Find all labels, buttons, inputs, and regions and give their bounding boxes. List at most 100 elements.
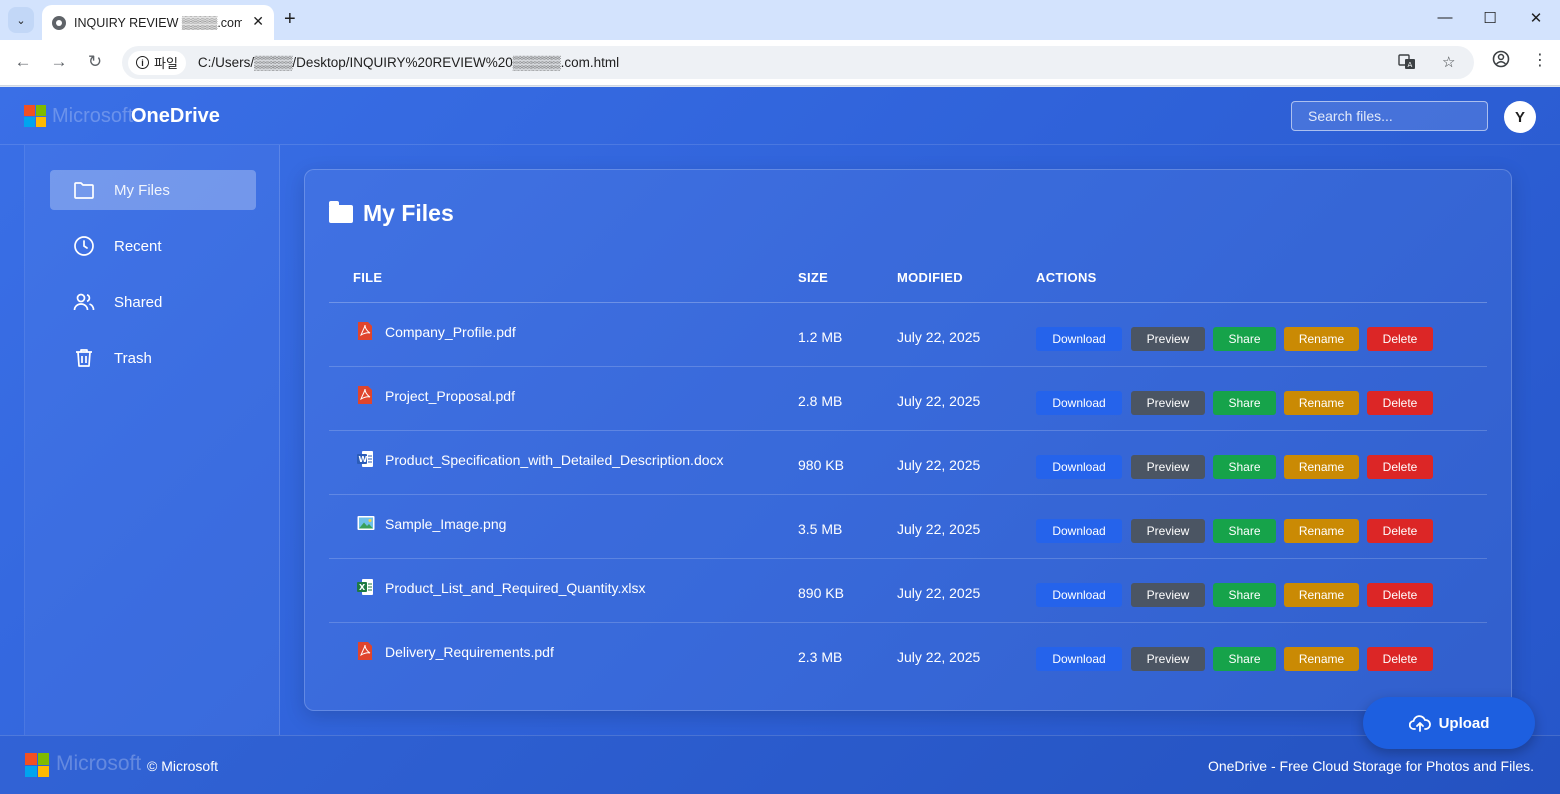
delete-button[interactable]: Delete xyxy=(1367,583,1433,607)
svg-text:A: A xyxy=(1408,61,1413,69)
file-modified: July 22, 2025 xyxy=(897,585,981,601)
table-row: Delivery_Requirements.pdf 2.3 MB July 22… xyxy=(329,623,1487,687)
file-size: 980 KB xyxy=(798,457,844,473)
bookmark-star-icon[interactable]: ☆ xyxy=(1442,53,1455,71)
brand-onedrive[interactable]: OneDrive xyxy=(131,105,220,128)
share-button[interactable]: Share xyxy=(1213,583,1276,607)
microsoft-logo-icon xyxy=(24,105,46,127)
rename-button[interactable]: Rename xyxy=(1284,327,1359,351)
delete-button[interactable]: Delete xyxy=(1367,455,1433,479)
delete-button[interactable]: Delete xyxy=(1367,519,1433,543)
file-size: 2.8 MB xyxy=(798,393,843,409)
rename-button[interactable]: Rename xyxy=(1284,391,1359,415)
download-button[interactable]: Download xyxy=(1036,519,1122,543)
preview-button[interactable]: Preview xyxy=(1131,391,1205,415)
pdf-file-icon xyxy=(358,642,372,660)
rename-button[interactable]: Rename xyxy=(1284,519,1359,543)
back-button[interactable]: ← xyxy=(13,52,33,72)
file-name[interactable]: Product_List_and_Required_Quantity.xlsx xyxy=(385,580,645,596)
minimize-button[interactable]: — xyxy=(1435,9,1455,26)
translate-icon[interactable]: A xyxy=(1398,53,1416,75)
file-name[interactable]: Project_Proposal.pdf xyxy=(385,388,515,404)
column-header-size[interactable]: SIZE xyxy=(798,270,828,285)
url-text[interactable]: C:/Users/▒▒▒▒/Desktop/INQUIRY%20REVIEW%2… xyxy=(198,55,619,70)
download-button[interactable]: Download xyxy=(1036,327,1122,351)
pdf-file-icon xyxy=(358,386,372,404)
microsoft-logo-icon xyxy=(25,753,49,777)
sidebar-item-shared[interactable]: Shared xyxy=(50,282,256,322)
address-toolbar: ← → ↻ i 파일 C:/Users/▒▒▒▒/Desktop/INQUIRY… xyxy=(0,40,1560,86)
rename-button[interactable]: Rename xyxy=(1284,455,1359,479)
site-info-chip[interactable]: i 파일 xyxy=(128,50,186,75)
forward-button[interactable]: → xyxy=(49,52,69,72)
column-header-modified[interactable]: MODIFIED xyxy=(897,270,963,285)
upload-button[interactable]: Upload xyxy=(1363,697,1535,749)
new-tab-button[interactable]: + xyxy=(284,8,296,30)
sidebar-item-label: Shared xyxy=(114,293,163,311)
share-button[interactable]: Share xyxy=(1213,391,1276,415)
delete-button[interactable]: Delete xyxy=(1367,647,1433,671)
tab-search-chevron-icon[interactable]: ⌄ xyxy=(8,7,34,33)
preview-button[interactable]: Preview xyxy=(1131,519,1205,543)
file-size: 3.5 MB xyxy=(798,521,843,537)
reload-button[interactable]: ↻ xyxy=(85,52,105,72)
profile-icon[interactable] xyxy=(1492,50,1510,73)
image-file-icon xyxy=(357,516,375,530)
word-file-icon: W xyxy=(357,451,373,467)
window-close-button[interactable]: ✕ xyxy=(1526,9,1546,27)
browser-tab[interactable]: INQUIRY REVIEW ▒▒▒▒.com. ✕ xyxy=(42,5,274,40)
users-icon xyxy=(73,293,95,311)
preview-button[interactable]: Preview xyxy=(1131,647,1205,671)
table-row: Company_Profile.pdf 1.2 MB July 22, 2025… xyxy=(329,303,1487,367)
delete-button[interactable]: Delete xyxy=(1367,327,1433,351)
preview-button[interactable]: Preview xyxy=(1131,455,1205,479)
page-title: My Files xyxy=(329,200,454,227)
rename-button[interactable]: Rename xyxy=(1284,647,1359,671)
share-button[interactable]: Share xyxy=(1213,327,1276,351)
folder-icon xyxy=(329,200,353,223)
search-input[interactable] xyxy=(1291,101,1488,131)
browser-menu-icon[interactable]: ⋮ xyxy=(1532,50,1548,70)
browser-tabstrip: ⌄ INQUIRY REVIEW ▒▒▒▒.com. ✕ + — ☐ ✕ xyxy=(0,0,1560,40)
globe-icon xyxy=(52,15,66,30)
file-modified: July 22, 2025 xyxy=(897,393,981,409)
file-name[interactable]: Sample_Image.png xyxy=(385,516,506,532)
sidebar-item-trash[interactable]: Trash xyxy=(50,338,256,378)
footer-tagline: OneDrive - Free Cloud Storage for Photos… xyxy=(1207,758,1534,774)
table-row: W Product_Specification_with_Detailed_De… xyxy=(329,431,1487,495)
clock-icon xyxy=(74,236,94,256)
download-button[interactable]: Download xyxy=(1036,455,1122,479)
excel-file-icon: X xyxy=(357,579,373,595)
brand-microsoft: Microsoft xyxy=(52,105,134,127)
avatar[interactable]: Y xyxy=(1504,101,1536,133)
maximize-button[interactable]: ☐ xyxy=(1480,9,1500,27)
share-button[interactable]: Share xyxy=(1213,455,1276,479)
delete-button[interactable]: Delete xyxy=(1367,391,1433,415)
omnibox[interactable]: i 파일 C:/Users/▒▒▒▒/Desktop/INQUIRY%20REV… xyxy=(122,46,1474,79)
svg-text:X: X xyxy=(359,583,366,592)
rename-button[interactable]: Rename xyxy=(1284,583,1359,607)
preview-button[interactable]: Preview xyxy=(1131,327,1205,351)
info-icon: i xyxy=(136,56,149,69)
file-size: 1.2 MB xyxy=(798,329,843,345)
folder-icon xyxy=(74,182,94,199)
sidebar: My Files Recent Shared Trash xyxy=(24,145,280,735)
onedrive-page: Microsoft OneDrive Y My Files Recent Sha… xyxy=(0,87,1560,794)
download-button[interactable]: Download xyxy=(1036,583,1122,607)
file-modified: July 22, 2025 xyxy=(897,329,981,345)
download-button[interactable]: Download xyxy=(1036,391,1122,415)
sidebar-item-my-files[interactable]: My Files xyxy=(50,170,256,210)
share-button[interactable]: Share xyxy=(1213,519,1276,543)
tab-close-icon[interactable]: ✕ xyxy=(252,13,264,30)
column-header-file[interactable]: FILE xyxy=(353,270,382,285)
download-button[interactable]: Download xyxy=(1036,647,1122,671)
preview-button[interactable]: Preview xyxy=(1131,583,1205,607)
sidebar-item-label: My Files xyxy=(114,181,170,199)
file-name[interactable]: Company_Profile.pdf xyxy=(385,324,516,340)
table-row: Sample_Image.png 3.5 MB July 22, 2025 Do… xyxy=(329,495,1487,559)
file-name[interactable]: Delivery_Requirements.pdf xyxy=(385,644,554,660)
file-name[interactable]: Product_Specification_with_Detailed_Desc… xyxy=(385,452,724,468)
upload-label: Upload xyxy=(1438,714,1490,732)
sidebar-item-recent[interactable]: Recent xyxy=(50,226,256,266)
share-button[interactable]: Share xyxy=(1213,647,1276,671)
